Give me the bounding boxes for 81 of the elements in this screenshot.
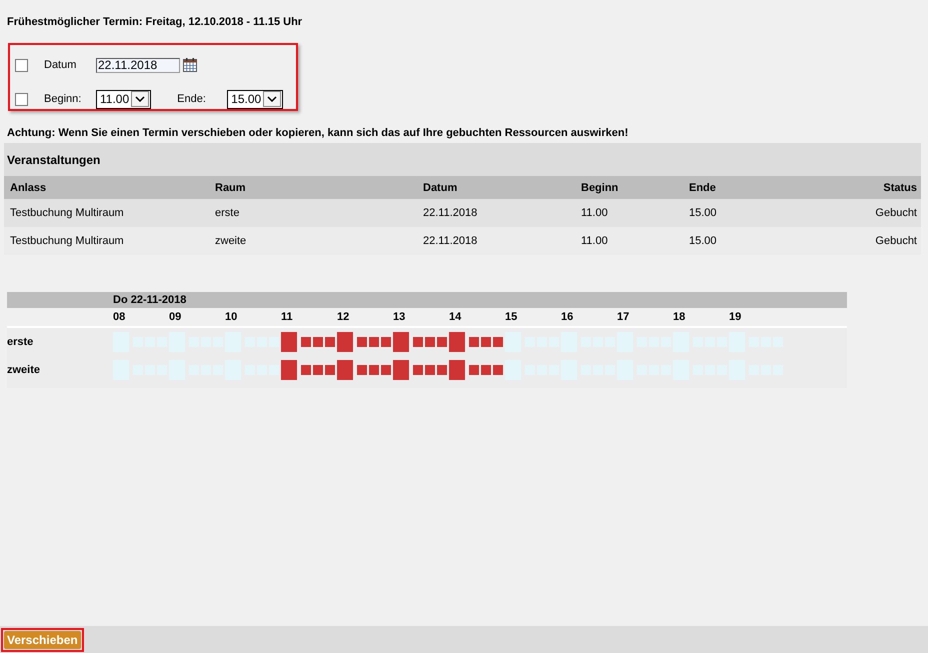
chevron-down-icon — [267, 96, 278, 102]
date-field[interactable]: 22.11.2018 — [96, 58, 180, 72]
hour-label: 18 — [673, 311, 686, 323]
time-slot[interactable] — [301, 365, 311, 375]
table-cell-text: erste — [215, 207, 240, 219]
time-slot[interactable] — [437, 365, 447, 375]
table-cell-text: 22.11.2018 — [423, 207, 478, 219]
column-header: Ende — [689, 182, 717, 194]
table-cell-text: Testbuchung Multiraum — [9, 235, 125, 247]
table-row[interactable]: Testbuchung Multiraum zweite 22.11.2018 11.00 15.00 Gebucht — [4, 227, 921, 255]
time-slot[interactable] — [301, 337, 311, 347]
time-slot[interactable] — [337, 360, 353, 380]
hour-label: 19 — [729, 311, 742, 323]
hour-label: 15 — [505, 311, 518, 323]
table-row[interactable]: Testbuchung Multiraum erste 22.11.2018 11.00 15.00 Gebucht — [4, 199, 921, 227]
time-slot[interactable] — [493, 365, 503, 375]
time-slot[interactable] — [481, 337, 491, 347]
day-label: Do 22-11-2018 — [113, 294, 186, 306]
end-label: Ende: — [177, 93, 207, 105]
checkbox[interactable] — [15, 92, 28, 106]
room-label: erste — [7, 336, 34, 348]
table-cell-text: 15.00 — [689, 235, 718, 247]
time-slot[interactable] — [449, 360, 465, 380]
earliest-date-text: Frühestmöglicher Termin: Freitag, 12.10.2018 - 11.15 Uhr — [7, 16, 304, 28]
column-header: Status — [882, 182, 918, 194]
time-slot[interactable] — [357, 365, 367, 375]
time-slot[interactable] — [393, 360, 409, 380]
time-slot[interactable] — [281, 332, 297, 352]
time-slot[interactable] — [449, 332, 465, 352]
time-slot[interactable] — [381, 337, 391, 347]
column-header: Beginn — [581, 182, 620, 194]
time-slot[interactable] — [393, 332, 409, 352]
table-cell-text: Gebucht — [874, 207, 918, 219]
time-slot[interactable] — [325, 365, 335, 375]
warning-text: Achtung: Wenn Sie einen Termin verschieben oder kopieren, kann sich das auf Ihre gebuchten Ressourcen auswirken! — [7, 127, 630, 139]
column-header: Datum — [423, 182, 458, 194]
time-slot[interactable] — [493, 337, 503, 347]
hour-label: 10 — [225, 311, 238, 323]
time-slot[interactable] — [425, 365, 435, 375]
hour-label: 12 — [337, 311, 350, 323]
hour-label: 17 — [617, 311, 630, 323]
table-cell-text: 11.00 — [581, 207, 609, 219]
checkbox[interactable] — [15, 58, 28, 72]
end-time-select[interactable]: 15.00 — [227, 90, 284, 108]
hour-label: 08 — [113, 311, 126, 323]
time-slot[interactable] — [337, 332, 353, 352]
room-label: zweite — [7, 364, 42, 376]
hour-label: 16 — [561, 311, 574, 323]
calendar-icon[interactable] — [183, 58, 197, 72]
hour-label: 14 — [449, 311, 462, 323]
time-slot[interactable] — [413, 337, 423, 347]
hour-label: 13 — [393, 311, 406, 323]
table-cell-text: 15.00 — [689, 207, 718, 219]
time-slot[interactable] — [369, 365, 379, 375]
section-title: Veranstaltungen — [7, 152, 100, 166]
time-slot[interactable] — [437, 337, 447, 347]
chevron-down-icon — [135, 96, 146, 102]
table-cell-text: Gebucht — [874, 235, 918, 247]
table-cell-text: 22.11.2018 — [423, 235, 478, 247]
column-header: Anlass — [9, 182, 48, 194]
time-slot[interactable] — [425, 337, 435, 347]
time-slot[interactable] — [313, 337, 323, 347]
date-label: Datum — [44, 59, 78, 71]
table-cell-text: Testbuchung Multiraum — [9, 207, 125, 219]
hour-label: 11 — [281, 311, 294, 323]
column-header: Raum — [215, 182, 247, 194]
time-slot[interactable] — [481, 365, 491, 375]
time-slot[interactable] — [469, 337, 479, 347]
time-slot[interactable] — [413, 365, 423, 375]
time-slot[interactable] — [281, 360, 297, 380]
time-slot[interactable] — [469, 365, 479, 375]
start-label: Beginn: — [44, 93, 82, 105]
time-slot[interactable] — [369, 337, 379, 347]
time-slot[interactable] — [313, 365, 323, 375]
hour-label: 09 — [169, 311, 182, 323]
time-slot[interactable] — [381, 365, 391, 375]
table-cell-text: zweite — [215, 235, 248, 247]
table-cell-text: 11.00 — [581, 235, 609, 247]
time-slot[interactable] — [325, 337, 335, 347]
time-slot[interactable] — [357, 337, 367, 347]
start-time-select[interactable]: 11.00 — [96, 90, 152, 108]
